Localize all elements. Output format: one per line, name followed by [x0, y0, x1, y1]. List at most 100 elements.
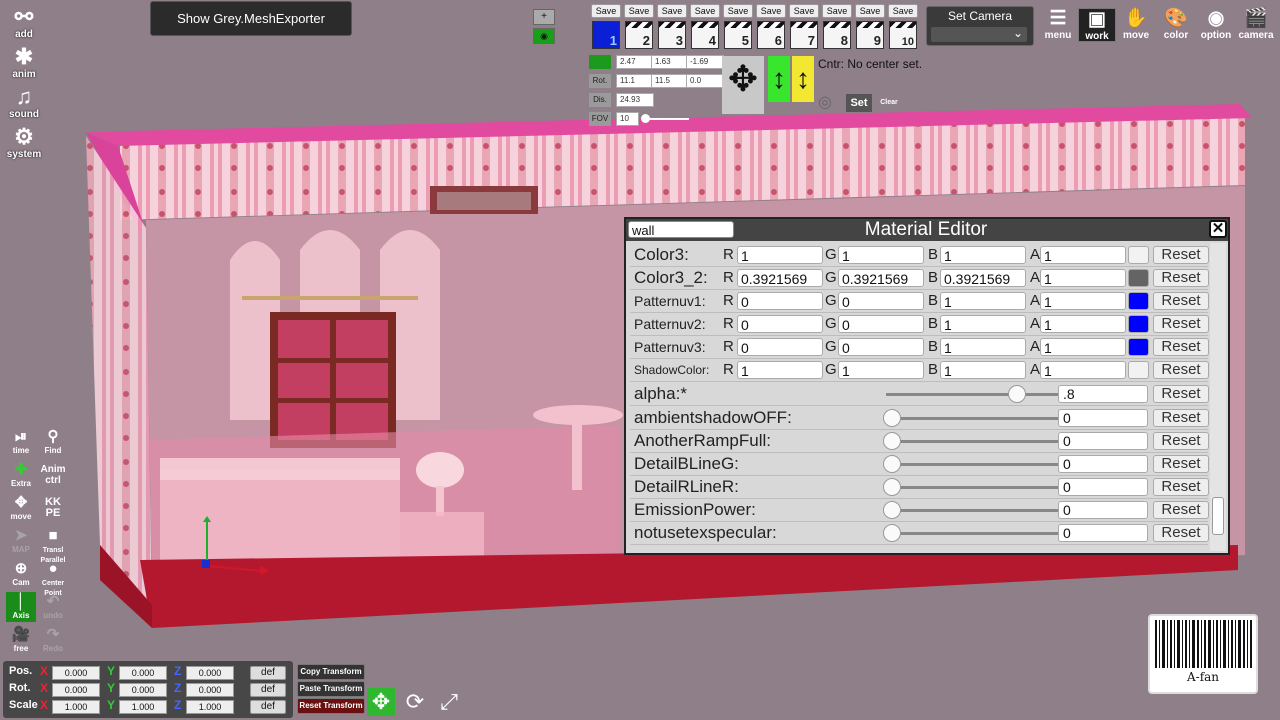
save-slot-7[interactable]: Save 7: [789, 4, 819, 49]
slider-track[interactable]: [886, 486, 1058, 489]
reset-button[interactable]: Reset: [1153, 315, 1209, 333]
pos-x-input[interactable]: 0.000: [52, 666, 100, 680]
rot-y-input[interactable]: 0.000: [119, 683, 167, 697]
set-camera-control[interactable]: Set Camera ⌄: [926, 6, 1034, 46]
color-a-input[interactable]: 1: [1040, 315, 1126, 333]
cam-pos-x[interactable]: 2.47: [616, 55, 654, 69]
save-slot-1[interactable]: Save 1: [591, 4, 621, 49]
slider-track[interactable]: [886, 532, 1058, 535]
clapper-icon[interactable]: 5: [724, 21, 752, 49]
color-swatch[interactable]: [1128, 315, 1149, 333]
slider-track[interactable]: [886, 417, 1058, 420]
clapper-icon[interactable]: 9: [856, 21, 884, 49]
slider-knob[interactable]: [883, 478, 901, 496]
redo-button[interactable]: ↷ Redo: [38, 625, 68, 655]
set-center-button[interactable]: Set: [846, 94, 872, 112]
slider-track[interactable]: [886, 509, 1058, 512]
color-b-input[interactable]: 1: [940, 361, 1026, 379]
camera-dropdown[interactable]: ⌄: [931, 26, 1027, 42]
clapper-icon[interactable]: 4: [691, 21, 719, 49]
move-button[interactable]: ✥ move: [6, 493, 36, 523]
clapper-icon[interactable]: 1: [592, 21, 620, 49]
camera-button[interactable]: 🎬 camera: [1238, 8, 1274, 41]
slider-knob[interactable]: [883, 524, 901, 542]
material-editor-header[interactable]: wall Material Editor ✕: [626, 219, 1228, 241]
scale-x-input[interactable]: 1.000: [52, 700, 100, 714]
save-slot-6[interactable]: Save 6: [756, 4, 786, 49]
cam-fov[interactable]: 10: [616, 112, 639, 126]
scale-gizmo-icon[interactable]: ⤢: [435, 688, 463, 716]
menu-button[interactable]: ☰ menu: [1040, 8, 1076, 41]
slider-knob[interactable]: [883, 455, 901, 473]
color-b-input[interactable]: 0.3921569: [940, 269, 1026, 287]
reset-button[interactable]: Reset: [1153, 385, 1209, 403]
move-pad[interactable]: [722, 102, 764, 114]
option-button[interactable]: ◉ option: [1198, 8, 1234, 41]
clear-center-button[interactable]: Clear: [876, 94, 902, 112]
move-gizmo-icon[interactable]: ✥: [367, 688, 395, 716]
cam-rot-z[interactable]: 0.0: [686, 74, 724, 88]
clapper-icon[interactable]: 3: [658, 21, 686, 49]
color-swatch[interactable]: [1128, 292, 1149, 310]
scrollbar-thumb[interactable]: [1212, 497, 1224, 535]
color-a-input[interactable]: 1: [1040, 246, 1126, 264]
reset-button[interactable]: Reset: [1153, 478, 1209, 496]
clapper-icon[interactable]: 10: [889, 21, 917, 49]
material-search-input[interactable]: wall: [628, 221, 734, 238]
reset-transform-button[interactable]: Reset Transform: [297, 698, 365, 714]
color-g-input[interactable]: 0: [838, 315, 924, 333]
slider-track[interactable]: [886, 393, 1058, 396]
scale-default-button[interactable]: def: [250, 700, 286, 714]
reset-button[interactable]: Reset: [1153, 501, 1209, 519]
center-point-button[interactable]: ● Center Point: [38, 559, 68, 597]
color-a-input[interactable]: 1: [1040, 338, 1126, 356]
free-button[interactable]: 🎥 free: [6, 625, 36, 655]
reset-button[interactable]: Reset: [1153, 409, 1209, 427]
kkpe-button[interactable]: KK PE: [38, 493, 68, 523]
rot-x-input[interactable]: 0.000: [52, 683, 100, 697]
slider-knob[interactable]: [883, 409, 901, 427]
color-b-input[interactable]: 1: [940, 338, 1026, 356]
color-b-input[interactable]: 1: [940, 246, 1026, 264]
color-g-input[interactable]: 1: [838, 246, 924, 264]
value-input[interactable]: 0: [1058, 409, 1148, 427]
save-slot-10[interactable]: Save 10: [888, 4, 918, 49]
reset-button[interactable]: Reset: [1153, 524, 1209, 542]
save-slot-2[interactable]: Save 2: [624, 4, 654, 49]
reset-button[interactable]: Reset: [1153, 269, 1209, 287]
anim-button[interactable]: ✱ anim: [4, 44, 44, 84]
transl-parallel-button[interactable]: ■ Transl Parallel: [38, 526, 68, 564]
color-swatch[interactable]: [1128, 269, 1149, 287]
vertical-move-yellow-icon[interactable]: ↕: [792, 56, 814, 102]
pos-z-input[interactable]: 0.000: [186, 666, 234, 680]
slider-knob[interactable]: [883, 432, 901, 450]
color-g-input[interactable]: 1: [838, 361, 924, 379]
scale-y-input[interactable]: 1.000: [119, 700, 167, 714]
cam-rot-y[interactable]: 11.5: [651, 74, 689, 88]
clapper-icon[interactable]: 6: [757, 21, 785, 49]
value-input[interactable]: 0: [1058, 432, 1148, 450]
value-input[interactable]: 0: [1058, 501, 1148, 519]
value-input[interactable]: 0: [1058, 524, 1148, 542]
color-g-input[interactable]: 0: [838, 338, 924, 356]
cam-pos-y[interactable]: 1.63: [651, 55, 689, 69]
map-button[interactable]: ➤ MAP: [6, 526, 36, 556]
scale-z-input[interactable]: 1.000: [186, 700, 234, 714]
color-r-input[interactable]: 0: [737, 338, 823, 356]
save-slot-4[interactable]: Save 4: [690, 4, 720, 49]
clapper-icon[interactable]: 2: [625, 21, 653, 49]
rot-z-input[interactable]: 0.000: [186, 683, 234, 697]
reset-button[interactable]: Reset: [1153, 292, 1209, 310]
cam-pos-z[interactable]: -1.69: [686, 55, 724, 69]
vertical-move-green-icon[interactable]: ↕: [768, 56, 790, 102]
slider-knob[interactable]: [1008, 385, 1026, 403]
color-r-input[interactable]: 1: [737, 361, 823, 379]
anim-ctrl-button[interactable]: Anim ctrl: [38, 460, 68, 490]
color-swatch[interactable]: [1128, 246, 1149, 264]
color-swatch[interactable]: [1128, 361, 1149, 379]
save-slot-3[interactable]: Save 3: [657, 4, 687, 49]
axis-button[interactable]: │ Axis: [6, 592, 36, 622]
eye-toggle-icon[interactable]: ◉: [533, 28, 555, 44]
work-button[interactable]: ▣ work: [1078, 8, 1116, 42]
color-g-input[interactable]: 0: [838, 292, 924, 310]
